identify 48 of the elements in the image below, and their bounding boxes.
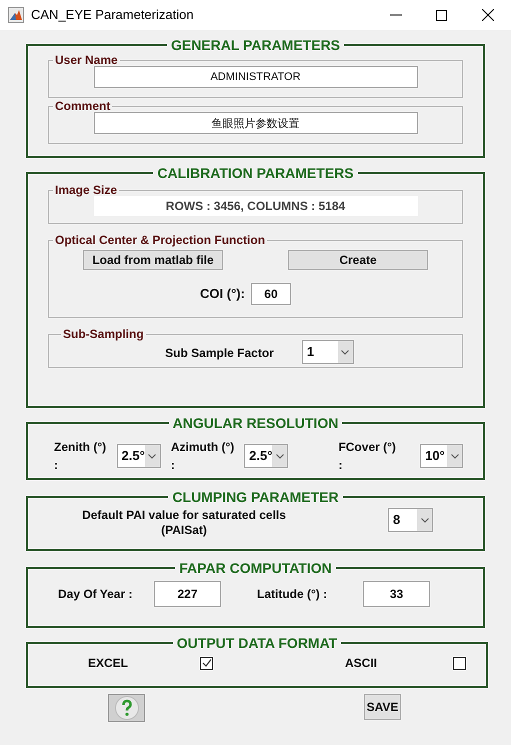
sub-panel-title: Optical Center & Projection Function <box>54 234 266 246</box>
field-label: COI (°): <box>200 285 245 304</box>
field-label: Default PAI value for saturated cells (PAISat) <box>81 508 287 538</box>
field-label: Azimuth (°) : <box>170 439 236 474</box>
dropdown[interactable]: 8 <box>388 508 433 532</box>
field-label: Sub Sample Factor <box>165 345 274 362</box>
chevron-down-icon <box>420 518 428 522</box>
group-title: CLUMPING PARAMETER <box>171 490 340 504</box>
dropdown[interactable]: 2.5° <box>244 444 288 468</box>
dropdown[interactable]: 10° <box>420 444 463 468</box>
button[interactable]: Load from matlab file <box>83 250 223 270</box>
help-button[interactable] <box>108 694 145 722</box>
question-mark-icon <box>114 696 138 720</box>
button[interactable]: SAVE <box>364 694 401 720</box>
chevron-down-icon <box>341 350 350 354</box>
field-label: Latitude (°) : <box>257 586 328 603</box>
group-title: FAPAR COMPUTATION <box>178 561 333 575</box>
sub-panel-title: Comment <box>54 100 112 112</box>
option-label: ASCII <box>344 655 378 672</box>
input-field[interactable]: 60 <box>250 283 291 305</box>
checkbox[interactable] <box>200 656 213 670</box>
app-icon <box>8 7 24 23</box>
group-title: OUTPUT DATA FORMAT <box>176 636 338 650</box>
sub-panel-title: Sub-Sampling <box>62 328 145 340</box>
read-only-field: ROWS : 3456, COLUMNS : 5184 <box>94 196 418 216</box>
field-label: FCover (°) : <box>338 439 397 474</box>
dropdown[interactable]: 2.5° <box>116 444 161 468</box>
button[interactable]: Create <box>288 250 428 270</box>
input-field[interactable]: 33 <box>363 581 430 607</box>
checkbox[interactable] <box>453 656 466 670</box>
input-field[interactable]: ADMINISTRATOR <box>94 66 418 88</box>
field-label: Day Of Year : <box>58 586 134 603</box>
window-title: CAN_EYE Parameterization <box>31 6 194 24</box>
group-title: GENERAL PARAMETERS <box>170 38 342 52</box>
maximize-icon[interactable] <box>436 10 447 20</box>
input-field[interactable]: 227 <box>154 581 221 607</box>
chevron-down-icon <box>450 454 458 458</box>
field-label: Zenith (°) : <box>54 439 108 474</box>
group-title: ANGULAR RESOLUTION <box>172 416 340 430</box>
chevron-down-icon <box>276 454 284 458</box>
chevron-down-icon <box>148 454 156 458</box>
group-title: CALIBRATION PARAMETERS <box>156 166 355 180</box>
sub-panel-title: User Name <box>54 54 119 66</box>
dropdown[interactable]: 1 <box>302 340 354 364</box>
close-icon[interactable] <box>482 9 494 21</box>
sub-panel-title: Image Size <box>54 184 118 196</box>
input-field[interactable]: 鱼眼照片参数设置 <box>94 112 418 134</box>
option-label: EXCEL <box>86 655 129 672</box>
